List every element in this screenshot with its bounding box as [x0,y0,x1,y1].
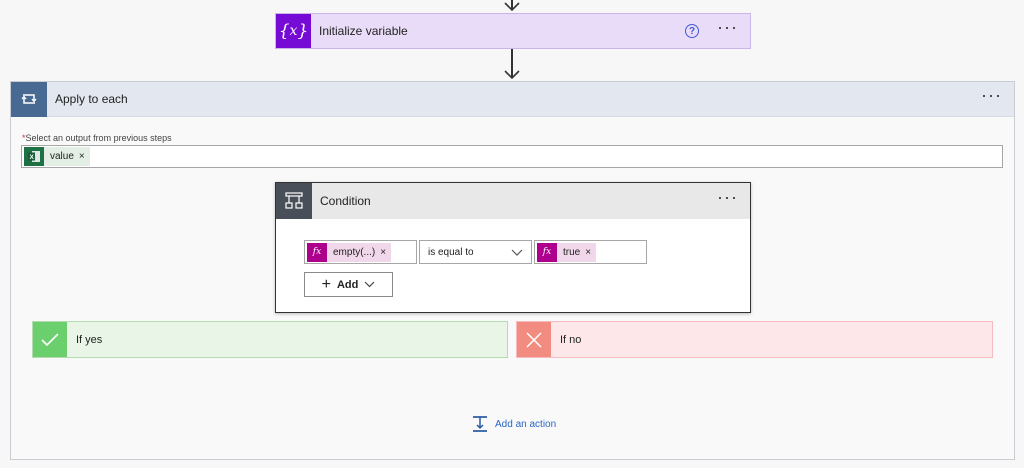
select-output-field[interactable]: X value × [21,145,1003,168]
condition-branch-icon [276,183,312,219]
more-options-icon[interactable]: ··· [717,188,738,209]
svg-text:X: X [30,154,35,161]
expression-token-empty[interactable]: fx empty(...) × [307,242,392,262]
fx-icon: fx [537,242,557,262]
value-token[interactable]: X value × [24,147,90,166]
add-an-action-link[interactable]: Add an action [471,416,556,432]
condition-header[interactable]: Condition ··· [276,183,750,219]
apply-to-each-header[interactable]: Apply to each ··· [11,81,1014,117]
curly-brace-x-icon: {x} [276,14,311,48]
if-yes-label: If yes [76,333,103,346]
apply-to-each-container: Apply to each ··· *Select an output from… [10,81,1015,460]
close-icon [517,322,551,357]
chevron-down-icon [364,281,375,288]
condition-card: Condition ··· fx empty(...) × is equal t… [275,182,751,313]
help-icon[interactable]: ? [685,24,700,38]
more-options-icon[interactable]: ··· [717,18,738,39]
add-an-action-label: Add an action [495,418,557,430]
if-no-label: If no [560,333,582,346]
left-operand-field[interactable]: fx empty(...) × [304,240,417,264]
plus-icon: + [321,275,331,293]
remove-token-icon[interactable]: × [380,247,391,258]
excel-icon: X [24,147,44,166]
add-action-icon [473,416,487,432]
right-operand-field[interactable]: fx true × [534,240,647,264]
add-button-label: Add [336,278,359,291]
initialize-variable-card[interactable]: {x} Initialize variable ? ··· [275,13,751,49]
initialize-variable-title: Initialize variable [319,24,408,38]
if-yes-branch[interactable]: If yes [32,321,508,358]
expression-token-label: true [563,246,581,258]
loop-icon [11,81,47,117]
expression-token-true[interactable]: fx true × [537,242,597,262]
operator-dropdown[interactable]: is equal to [419,240,532,264]
select-output-label-text: Select an output from previous steps [25,133,172,143]
condition-title: Condition [320,194,371,208]
select-output-label: *Select an output from previous steps [22,133,172,143]
checkmark-icon [33,322,67,357]
add-row-button[interactable]: + Add [304,272,393,297]
operator-selected-value: is equal to [428,246,474,258]
remove-token-icon[interactable]: × [79,151,90,162]
value-token-label: value [50,151,74,162]
more-options-icon[interactable]: ··· [981,86,1002,107]
remove-token-icon[interactable]: × [585,247,596,258]
fx-icon: fx [307,242,327,262]
if-no-branch[interactable]: If no [516,321,993,358]
apply-to-each-title: Apply to each [55,92,128,106]
chevron-down-icon [511,249,523,256]
expression-token-label: empty(...) [333,246,376,258]
